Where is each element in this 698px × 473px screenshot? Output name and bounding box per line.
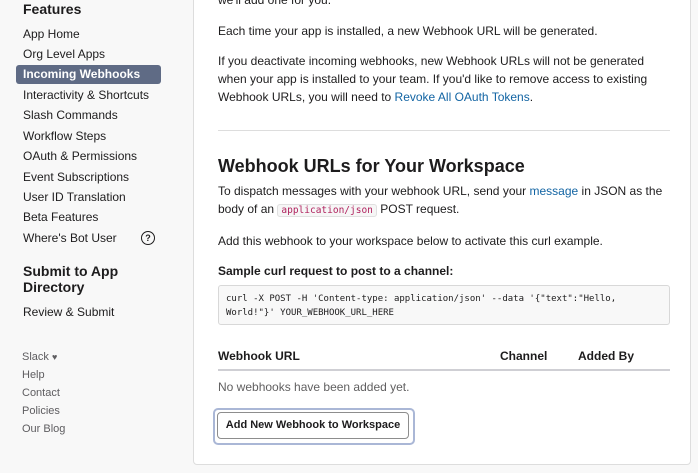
sidebar-item-wheres-bot-user[interactable]: Where's Bot User ? xyxy=(16,229,161,248)
footer-blog-link[interactable]: Our Blog xyxy=(22,422,65,436)
sidebar-item-workflow-steps[interactable]: Workflow Steps xyxy=(16,127,161,146)
submit-heading-line2: Directory xyxy=(23,279,85,295)
sidebar-item-oauth-permissions[interactable]: OAuth & Permissions xyxy=(16,147,161,166)
dispatch-prefix: To dispatch messages with your webhook U… xyxy=(218,184,530,198)
column-header-webhook-url: Webhook URL xyxy=(218,349,300,363)
revoke-suffix: . xyxy=(529,90,534,104)
sidebar-item-org-level-apps[interactable]: Org Level Apps xyxy=(16,45,161,64)
sidebar-item-label: Where's Bot User xyxy=(23,231,117,245)
revoke-tokens-link[interactable]: Revoke All OAuth Tokens xyxy=(395,90,530,104)
footer-slack-link[interactable]: Slack ♥ xyxy=(22,350,57,364)
column-header-added-by: Added By xyxy=(578,349,635,363)
table-header-divider xyxy=(218,369,670,371)
footer-contact-link[interactable]: Contact xyxy=(22,386,60,400)
footer-policies-link[interactable]: Policies xyxy=(22,404,60,418)
sidebar-item-incoming-webhooks[interactable]: Incoming Webhooks xyxy=(16,65,161,84)
section-divider xyxy=(218,130,670,131)
sidebar-item-beta-features[interactable]: Beta Features xyxy=(16,208,161,227)
top-fragment-text: we'll add one for you. xyxy=(218,0,332,7)
submit-directory-heading: Submit to App Directory xyxy=(23,263,118,295)
sidebar-item-interactivity-shortcuts[interactable]: Interactivity & Shortcuts xyxy=(16,86,161,105)
deactivate-paragraph: If you deactivate incoming webhooks, new… xyxy=(218,52,670,106)
sidebar-item-event-subscriptions[interactable]: Event Subscriptions xyxy=(16,168,161,187)
column-header-channel: Channel xyxy=(500,349,548,363)
generated-paragraph: Each time your app is installed, a new W… xyxy=(218,24,598,38)
empty-table-message: No webhooks have been added yet. xyxy=(218,380,410,394)
sidebar-item-review-submit[interactable]: Review & Submit xyxy=(16,303,161,322)
sidebar-item-slash-commands[interactable]: Slash Commands xyxy=(16,106,161,125)
sample-curl-label: Sample curl request to post to a channel… xyxy=(218,264,454,278)
features-heading: Features xyxy=(23,1,82,17)
add-webhook-paragraph: Add this webhook to your workspace below… xyxy=(218,234,603,248)
heart-icon: ♥ xyxy=(51,352,58,362)
message-link[interactable]: message xyxy=(530,184,579,198)
add-new-webhook-button[interactable]: Add New Webhook to Workspace xyxy=(217,412,409,439)
curl-code-block: curl -X POST -H 'Content-type: applicati… xyxy=(218,285,670,325)
footer-slack-label: Slack xyxy=(22,351,49,363)
dispatch-suffix: POST request. xyxy=(376,202,460,216)
footer-help-link[interactable]: Help xyxy=(22,368,45,382)
section-title: Webhook URLs for Your Workspace xyxy=(218,156,525,176)
button-focus-ring: Add New Webhook to Workspace xyxy=(213,408,415,445)
dispatch-paragraph: To dispatch messages with your webhook U… xyxy=(218,182,670,220)
submit-heading-line1: Submit to App xyxy=(23,263,119,279)
sidebar-item-user-id-translation[interactable]: User ID Translation xyxy=(16,188,161,207)
help-icon[interactable]: ? xyxy=(141,231,155,245)
content-type-code: application/json xyxy=(277,204,377,217)
sidebar-item-app-home[interactable]: App Home xyxy=(16,25,161,44)
sidebar: Features App Home Org Level Apps Incomin… xyxy=(0,0,176,473)
main-card: we'll add one for you. Each time your ap… xyxy=(193,0,691,465)
